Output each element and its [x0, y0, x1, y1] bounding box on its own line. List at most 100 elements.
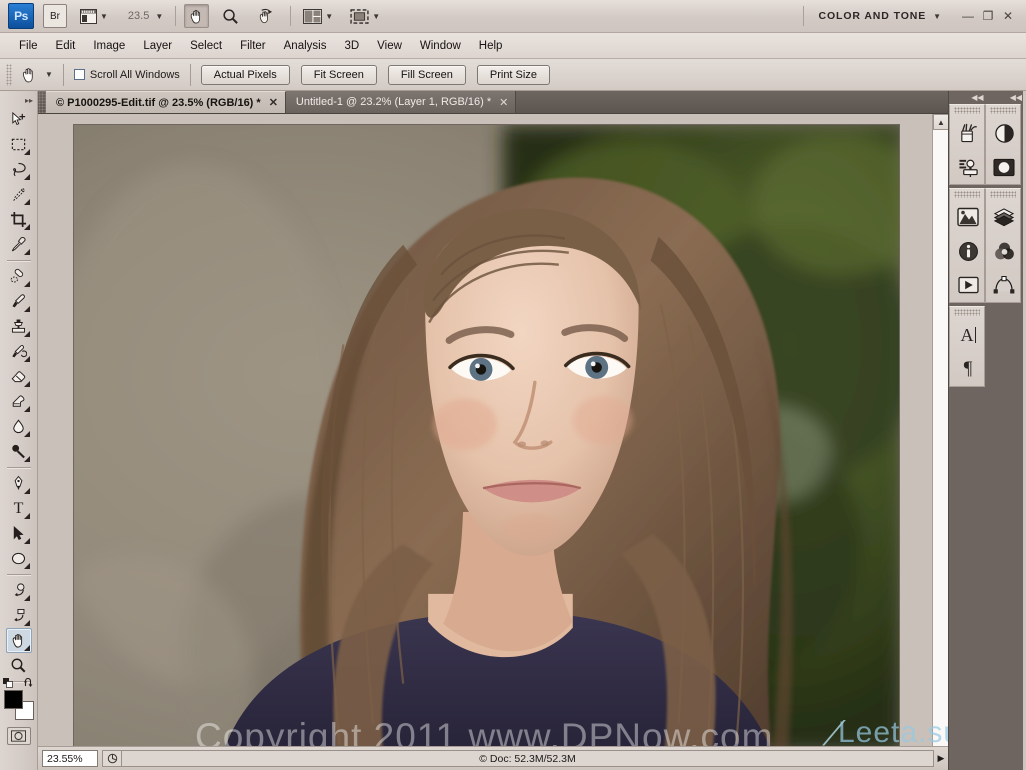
menu-window[interactable]: Window [411, 37, 470, 55]
print-size-button[interactable]: Print Size [476, 64, 550, 85]
adjustments-panel-icon[interactable] [986, 116, 1022, 150]
panel-group-grip[interactable] [990, 191, 1016, 198]
close-button[interactable]: ✕ [998, 7, 1018, 25]
channels-panel-icon[interactable] [986, 234, 1022, 268]
toolbar-expand-button[interactable]: ▸▸ [0, 94, 37, 107]
3d-object-rotate-tool[interactable] [6, 578, 32, 603]
dock-collapse-right-button[interactable]: ◀◀ [988, 91, 1026, 104]
quick-selection-tool[interactable] [6, 182, 32, 207]
screen-mode-button[interactable]: ▼ [346, 4, 384, 28]
options-bar-divider-1 [62, 63, 64, 86]
zoom-percentage-input[interactable]: 23.55% [42, 750, 98, 767]
clone-stamp-tool[interactable] [6, 314, 32, 339]
histogram-panel-icon[interactable] [950, 200, 986, 234]
status-bar: 23.55% © Doc: 52.3M/52.3M ▶ [38, 746, 948, 770]
menu-help[interactable]: Help [470, 37, 512, 55]
panel-group-grip[interactable] [954, 309, 980, 316]
menu-layer[interactable]: Layer [134, 37, 181, 55]
document-tab-untitled-1[interactable]: Untitled-1 @ 23.2% (Layer 1, RGB/16) * ✕ [285, 91, 517, 113]
canvas-vertical-scrollbar[interactable]: ▲ [932, 114, 948, 754]
brushes-panel-icon[interactable] [950, 116, 986, 150]
zoom-tool[interactable] [6, 653, 32, 678]
actions-panel-icon[interactable] [950, 268, 986, 302]
minimize-button[interactable]: — [958, 7, 978, 25]
tab-strip-grip[interactable] [38, 90, 46, 113]
eyedropper-tool[interactable] [6, 232, 32, 257]
flyout-triangle-icon [23, 199, 30, 205]
default-colors-icon[interactable] [2, 678, 14, 688]
info-panel-icon[interactable] [950, 234, 986, 268]
appbar-rotate-view-button[interactable] [252, 4, 278, 28]
paragraph-panel-icon[interactable]: ¶ [950, 352, 986, 386]
dock-collapse-left-button[interactable]: ◀◀ [949, 91, 988, 104]
menu-file[interactable]: File [10, 37, 47, 55]
foreground-color-swatch[interactable] [3, 690, 23, 709]
panel-group-grip[interactable] [990, 107, 1016, 114]
blur-tool[interactable] [6, 414, 32, 439]
document-canvas[interactable]: ▲ [38, 114, 948, 754]
eraser-tool[interactable] [6, 364, 32, 389]
status-bar-expand-arrow-icon[interactable]: ▶ [934, 753, 948, 764]
appbar-hand-tool-button[interactable] [184, 4, 210, 28]
ellipse-shape-tool[interactable] [6, 546, 32, 571]
brush-tool[interactable] [6, 289, 32, 314]
menu-3d[interactable]: 3D [335, 37, 368, 55]
flyout-triangle-icon [23, 249, 30, 255]
menu-bar: File Edit Image Layer Select Filter Anal… [0, 33, 1026, 59]
status-bar-menu-icon[interactable] [102, 750, 122, 767]
layers-panel-icon[interactable] [986, 200, 1022, 234]
zoom-level-chevron-down-icon[interactable]: ▼ [155, 12, 163, 21]
masks-panel-icon[interactable] [986, 150, 1022, 184]
tab-close-icon[interactable]: ✕ [269, 96, 278, 109]
menu-edit[interactable]: Edit [47, 37, 85, 55]
menu-analysis[interactable]: Analysis [275, 37, 336, 55]
window-controls: — ❐ ✕ [958, 7, 1018, 25]
crop-tool[interactable] [6, 207, 32, 232]
appbar-divider-1 [175, 6, 177, 26]
menu-view[interactable]: View [368, 37, 411, 55]
arrange-documents-button[interactable]: ▼ [299, 4, 337, 28]
path-selection-tool[interactable] [6, 521, 32, 546]
flyout-triangle-icon [23, 174, 30, 180]
quick-mask-button[interactable] [6, 727, 31, 745]
gradient-tool[interactable] [6, 389, 32, 414]
document-tab-p1000295[interactable]: © P1000295-Edit.tif @ 23.5% (RGB/16) * ✕ [46, 91, 286, 113]
menu-select[interactable]: Select [181, 37, 231, 55]
color-swatches[interactable] [2, 678, 35, 721]
rectangular-marquee-tool[interactable] [6, 132, 32, 157]
dodge-tool[interactable] [6, 439, 32, 464]
character-panel-icon[interactable]: A [950, 318, 986, 352]
spot-healing-brush-tool[interactable] [6, 264, 32, 289]
tab-close-icon[interactable]: ✕ [499, 96, 508, 109]
swap-colors-icon[interactable] [23, 678, 35, 688]
fit-screen-button[interactable]: Fit Screen [300, 64, 377, 85]
3d-camera-rotate-tool[interactable] [6, 603, 32, 628]
options-bar-grip[interactable] [6, 63, 12, 86]
panel-group-grip[interactable] [954, 191, 980, 198]
launch-bridge-button[interactable]: Br [43, 4, 67, 28]
flyout-triangle-icon [23, 456, 30, 462]
lasso-tool[interactable] [6, 157, 32, 182]
actual-pixels-button[interactable]: Actual Pixels [200, 64, 290, 85]
fill-screen-button[interactable]: Fill Screen [387, 64, 466, 85]
panel-group-grip[interactable] [954, 107, 980, 114]
flyout-triangle-icon [23, 331, 30, 337]
workspace-chevron-down-icon: ▼ [933, 11, 942, 21]
pen-tool[interactable] [6, 471, 32, 496]
history-brush-tool[interactable] [6, 339, 32, 364]
dock-column-left: A ¶ [949, 104, 985, 390]
paths-panel-icon[interactable] [986, 268, 1022, 302]
mini-bridge-button[interactable]: ▼ [76, 4, 112, 28]
appbar-zoom-tool-button[interactable] [218, 4, 243, 28]
scroll-up-arrow-icon[interactable]: ▲ [933, 114, 948, 130]
clone-source-panel-icon[interactable] [950, 150, 986, 184]
menu-filter[interactable]: Filter [231, 37, 275, 55]
menu-image[interactable]: Image [84, 37, 134, 55]
workspace-switcher[interactable]: COLOR AND TONE ▼ [803, 6, 942, 26]
horizontal-type-tool[interactable]: T [6, 496, 32, 521]
maximize-button[interactable]: ❐ [978, 7, 998, 25]
tool-preset-chevron-down-icon[interactable]: ▼ [45, 70, 53, 79]
scroll-all-windows-checkbox[interactable]: Scroll All Windows [73, 69, 180, 81]
move-tool[interactable] [6, 107, 32, 132]
hand-tool[interactable] [5, 628, 32, 653]
